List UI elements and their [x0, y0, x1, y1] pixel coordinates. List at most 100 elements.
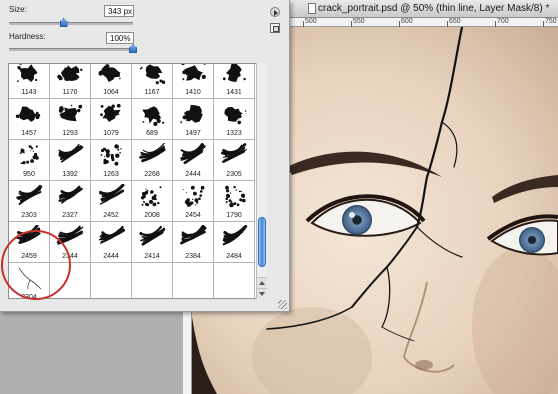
- hardness-slider-track[interactable]: [9, 48, 133, 51]
- brush-preset-1497[interactable]: 1497: [173, 99, 213, 139]
- brush-tip-thumbnail-icon: [180, 104, 203, 124]
- brush-tip-thumbnail-icon: [19, 145, 39, 165]
- brush-size-label: 689: [146, 130, 158, 137]
- new-preset-icon[interactable]: [270, 23, 280, 33]
- brush-tip-thumbnail-icon: [139, 143, 166, 163]
- brush-preset-2454[interactable]: 2454: [173, 181, 213, 221]
- brush-size-label: 2454: [185, 212, 201, 219]
- brush-tip-thumbnail-icon: [225, 185, 246, 208]
- selected-brush-highlight-circle: [1, 230, 71, 300]
- brush-size-label: 2305: [226, 171, 242, 178]
- brush-size-label: 1167: [144, 89, 160, 96]
- brush-size-label: 1457: [21, 130, 37, 137]
- brush-tip-thumbnail-icon: [140, 186, 162, 207]
- brush-preset-2303[interactable]: 2303: [9, 181, 49, 221]
- brush-size-label: 2414: [144, 253, 160, 260]
- brush-size-label: 2444: [103, 253, 119, 260]
- brush-size-label: 1143: [21, 89, 37, 96]
- brush-size-label: 2268: [144, 171, 160, 178]
- brush-preset-2414[interactable]: 2414: [132, 222, 172, 262]
- brush-preset-2305[interactable]: 2305: [214, 140, 254, 180]
- brush-preset-2268[interactable]: 2268: [132, 140, 172, 180]
- ruler-tick-label: 550: [353, 18, 365, 25]
- brush-tip-thumbnail-icon: [181, 64, 206, 81]
- brush-preset-1431[interactable]: 1431: [214, 64, 254, 98]
- brush-preset-1064[interactable]: 1064: [91, 64, 131, 98]
- empty-grid-slot: [173, 263, 213, 298]
- brush-preset-1170[interactable]: 1170: [50, 64, 90, 98]
- brush-preset-picker: Size: 343 px Hardness: 100% 1143 1170 1064…: [0, 0, 290, 312]
- hardness-label: Hardness:: [9, 32, 46, 41]
- brush-tip-thumbnail-icon: [221, 143, 248, 163]
- brush-size-label: 2484: [226, 253, 242, 260]
- brush-tip-thumbnail-icon: [224, 107, 247, 125]
- brush-preset-1079[interactable]: 1079: [91, 99, 131, 139]
- brush-tip-thumbnail-icon: [15, 106, 41, 122]
- brush-size-label: 1293: [62, 130, 78, 137]
- brush-size-label: 1170: [62, 89, 78, 96]
- brush-tip-thumbnail-icon: [180, 143, 206, 165]
- size-slider-track[interactable]: [9, 22, 133, 25]
- brush-tip-thumbnail-icon: [17, 64, 38, 83]
- brush-tip-thumbnail-icon: [58, 143, 84, 163]
- size-label: Size:: [9, 5, 27, 14]
- brush-tip-thumbnail-icon: [182, 185, 205, 207]
- brush-tip-thumbnail-icon: [99, 184, 125, 205]
- ruler-tick-label: 700: [497, 18, 509, 25]
- brush-size-label: 2384: [185, 253, 201, 260]
- brush-preset-2444[interactable]: 2444: [173, 140, 213, 180]
- size-slider-thumb[interactable]: [59, 18, 68, 27]
- ruler-tick-label: 650: [449, 18, 461, 25]
- document-title: crack_portrait.psd @ 50% (thin line, Lay…: [318, 3, 550, 14]
- scroll-up-arrow-icon[interactable]: [257, 277, 267, 288]
- hardness-input[interactable]: 100%: [106, 32, 134, 44]
- resize-grip-icon[interactable]: [278, 300, 287, 309]
- brush-preset-1410[interactable]: 1410: [173, 64, 213, 98]
- brush-size-label: 1323: [226, 130, 242, 137]
- brush-tip-thumbnail-icon: [98, 64, 121, 82]
- brush-preset-2452[interactable]: 2452: [91, 181, 131, 221]
- brush-preset-1323[interactable]: 1323: [214, 99, 254, 139]
- brush-size-label: 1410: [185, 89, 201, 96]
- brush-preset-1790[interactable]: 1790: [214, 181, 254, 221]
- brush-tip-thumbnail-icon: [98, 226, 125, 244]
- brush-preset-1392[interactable]: 1392: [50, 140, 90, 180]
- empty-grid-slot: [214, 263, 254, 298]
- empty-grid-slot: [91, 263, 131, 298]
- brush-size-label: 1079: [103, 130, 119, 137]
- hardness-slider-thumb[interactable]: [129, 44, 137, 53]
- brush-tip-thumbnail-icon: [57, 65, 83, 81]
- brush-preset-1263[interactable]: 1263: [91, 140, 131, 180]
- brush-preset-1143[interactable]: 1143: [9, 64, 49, 98]
- brush-tip-thumbnail-icon: [100, 103, 121, 122]
- brush-size-label: 950: [23, 171, 35, 178]
- brush-preset-689[interactable]: 689: [132, 99, 172, 139]
- brush-tip-thumbnail-icon: [58, 185, 83, 204]
- brush-preset-2484[interactable]: 2484: [214, 222, 254, 262]
- document-icon: [308, 3, 316, 14]
- brush-tip-thumbnail-icon: [142, 106, 165, 126]
- brush-preset-1167[interactable]: 1167: [132, 64, 172, 98]
- brush-preset-2327[interactable]: 2327: [50, 181, 90, 221]
- size-input[interactable]: 343 px: [104, 5, 134, 17]
- brush-size-label: 1497: [185, 130, 201, 137]
- brush-size-label: 1064: [103, 89, 119, 96]
- scroll-down-arrow-icon[interactable]: [257, 288, 267, 299]
- brush-size-label: 1263: [103, 171, 119, 178]
- scrollbar-thumb[interactable]: [258, 217, 266, 267]
- brush-tip-thumbnail-icon: [139, 225, 166, 246]
- brush-size-label: 1431: [226, 89, 242, 96]
- brush-preset-1293[interactable]: 1293: [50, 99, 90, 139]
- brush-preset-950[interactable]: 950: [9, 140, 49, 180]
- empty-grid-slot: [132, 263, 172, 298]
- brush-preset-2384[interactable]: 2384: [173, 222, 213, 262]
- brush-grid-scrollbar[interactable]: [256, 63, 267, 299]
- brush-preset-2008[interactable]: 2008: [132, 181, 172, 221]
- brush-preset-2444[interactable]: 2444: [91, 222, 131, 262]
- ruler-tick-label: 750: [545, 18, 557, 25]
- flyout-menu-icon[interactable]: [270, 7, 280, 17]
- brush-size-label: 2008: [144, 212, 160, 219]
- brush-tip-thumbnail-icon: [222, 64, 246, 82]
- brush-preset-1457[interactable]: 1457: [9, 99, 49, 139]
- ruler-tick-label: 500: [305, 18, 317, 25]
